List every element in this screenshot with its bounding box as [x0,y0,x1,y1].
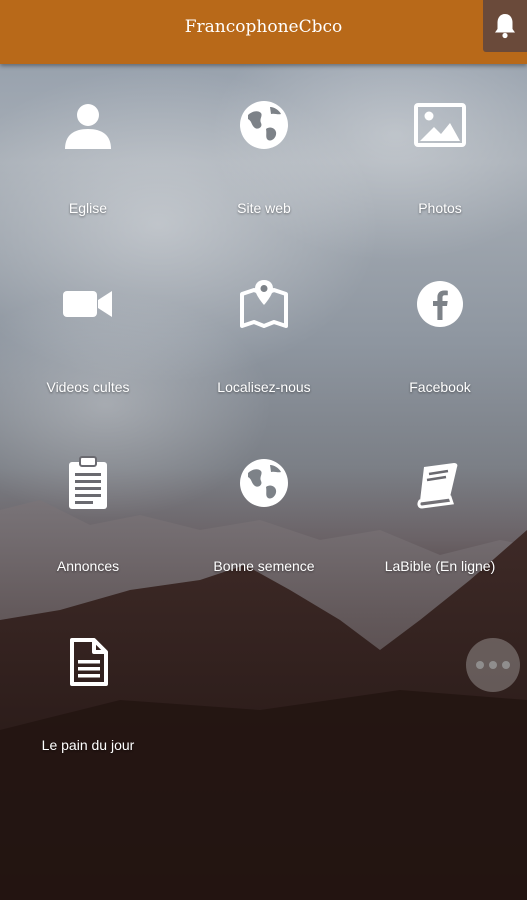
map-pin-icon [240,280,288,328]
grid-item-annonces[interactable]: Annonces [0,453,176,575]
more-options-button[interactable] [466,638,520,692]
grid-item-label: LaBible (En ligne) [384,558,496,574]
clipboard-icon [69,456,107,509]
grid-item-site-web[interactable]: Site web [176,95,352,217]
grid-item-label: Site web [237,200,291,216]
grid-item-label: Photos [418,200,462,216]
more-dots-icon [489,661,497,669]
grid-item-label: Videos cultes [46,379,130,395]
globe-icon [240,101,288,149]
grid-item-label: Bonne semence [213,558,315,574]
grid-item-labible[interactable]: LaBible (En ligne) [352,453,527,575]
user-icon [65,104,111,149]
grid-item-label: Facebook [409,379,471,395]
notification-button[interactable] [483,0,527,52]
globe-icon [240,459,288,507]
grid-item-localisez-nous[interactable]: Localisez-nous [176,274,352,396]
bell-icon [495,14,515,39]
video-camera-icon [63,291,112,317]
app-header: FrancophoneCbco [0,0,527,64]
book-icon [417,463,458,509]
grid-item-label: Localisez-nous [217,379,311,395]
facebook-icon [417,281,463,327]
grid-item-facebook[interactable]: Facebook [352,274,527,396]
grid-item-le-pain-du-jour[interactable]: Le pain du jour [0,632,176,754]
grid-item-label: Le pain du jour [41,737,135,753]
more-dots-icon [502,661,510,669]
grid-item-label: Eglise [68,200,108,216]
document-icon [70,638,108,686]
grid-item-photos[interactable]: Photos [352,95,527,217]
image-icon [414,103,466,147]
grid-item-videos-cultes[interactable]: Videos cultes [0,274,176,396]
more-dots-icon [476,661,484,669]
app-title: FrancophoneCbco [184,17,343,37]
grid-item-bonne-semence[interactable]: Bonne semence [176,453,352,575]
grid-item-eglise[interactable]: Eglise [0,95,176,217]
grid-item-label: Annonces [56,558,120,574]
